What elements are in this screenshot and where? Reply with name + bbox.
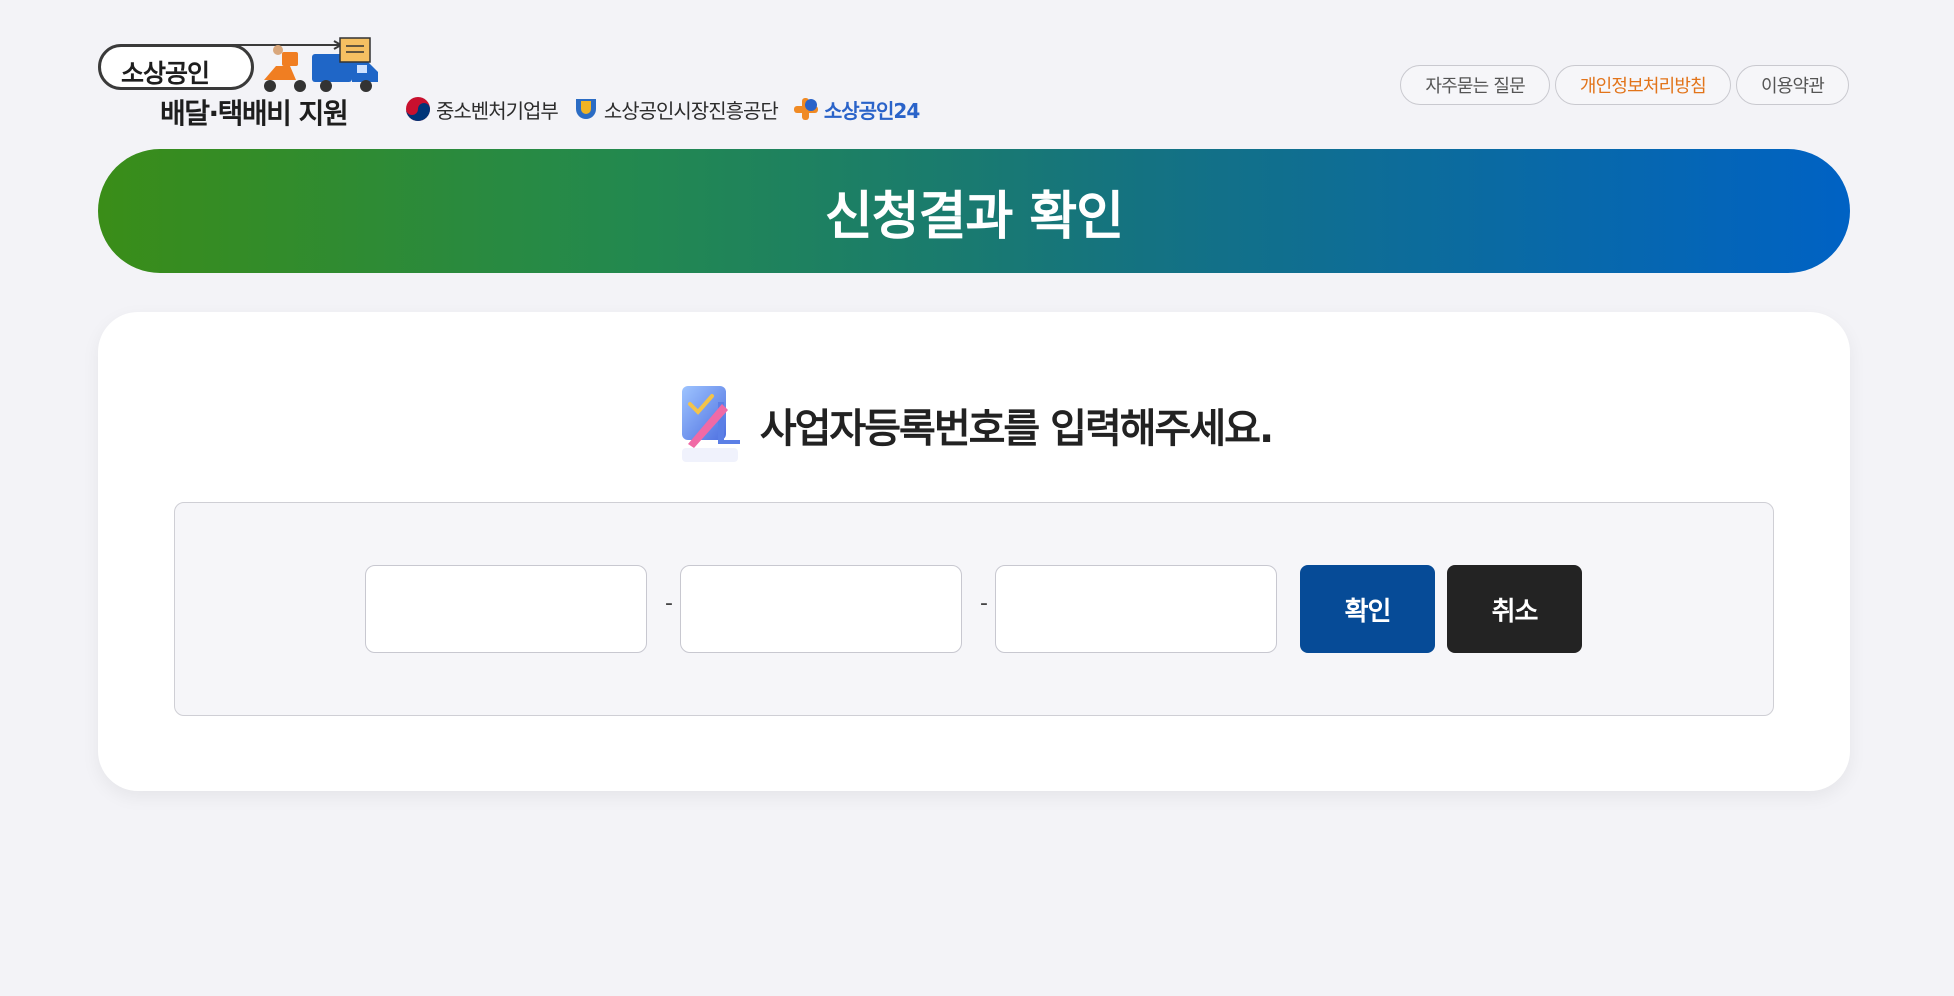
prompt-text: 사업자등록번호를 입력해주세요. xyxy=(759,406,1274,452)
privacy-policy-link[interactable]: 개인정보처리방침 xyxy=(1554,65,1731,105)
cancel-button[interactable]: 취소 xyxy=(1447,565,1582,653)
agency-sbiz24[interactable]: 소상공인24 xyxy=(792,95,920,124)
business-number-part1-input[interactable] xyxy=(365,565,647,653)
prompt-heading: 사업자등록번호를 입력해주세요. xyxy=(98,382,1850,468)
sbiz24-logo-icon xyxy=(793,98,818,120)
logo-top-text: 소상공인 xyxy=(121,59,210,88)
agency-semas[interactable]: 소상공인시장진흥공단 xyxy=(572,95,779,124)
separator: - xyxy=(665,591,673,616)
lookup-card: 사업자등록번호를 입력해주세요. - - 확인 취소 xyxy=(98,312,1850,791)
semas-emblem-icon xyxy=(575,99,596,119)
logo-pill: 소상공인 xyxy=(98,44,254,90)
business-number-part3-input[interactable] xyxy=(995,565,1277,653)
business-number-part2-input[interactable] xyxy=(680,565,962,653)
page-banner: 신청결과 확인 xyxy=(98,149,1850,273)
agency-mss[interactable]: 중소벤처기업부 xyxy=(404,95,559,124)
logo-bottom-text: 배달·택배비 지원 xyxy=(160,97,349,130)
agency-label: 소상공인시장진흥공단 xyxy=(603,98,779,123)
top-links: 자주묻는 질문 개인정보처리방침 이용약관 xyxy=(1395,65,1849,105)
confirm-button[interactable]: 확인 xyxy=(1300,565,1435,653)
agency-label: 중소벤처기업부 xyxy=(436,98,559,123)
agency-logos: 중소벤처기업부 소상공인시장진흥공단 소상공인24 xyxy=(404,94,933,124)
korea-taegeuk-icon xyxy=(406,97,430,121)
separator: - xyxy=(980,591,988,616)
terms-link[interactable]: 이용약관 xyxy=(1735,65,1849,105)
site-logo[interactable]: 소상공인 배달·택배비 지원 xyxy=(98,36,380,130)
page-title: 신청결과 확인 xyxy=(824,186,1124,247)
faq-link[interactable]: 자주묻는 질문 xyxy=(1400,65,1550,105)
agency-label: 소상공인24 xyxy=(823,98,920,123)
delivery-truck-icon xyxy=(264,37,378,92)
business-number-form: - - 확인 취소 xyxy=(174,502,1774,716)
form-check-pen-icon xyxy=(681,386,740,462)
